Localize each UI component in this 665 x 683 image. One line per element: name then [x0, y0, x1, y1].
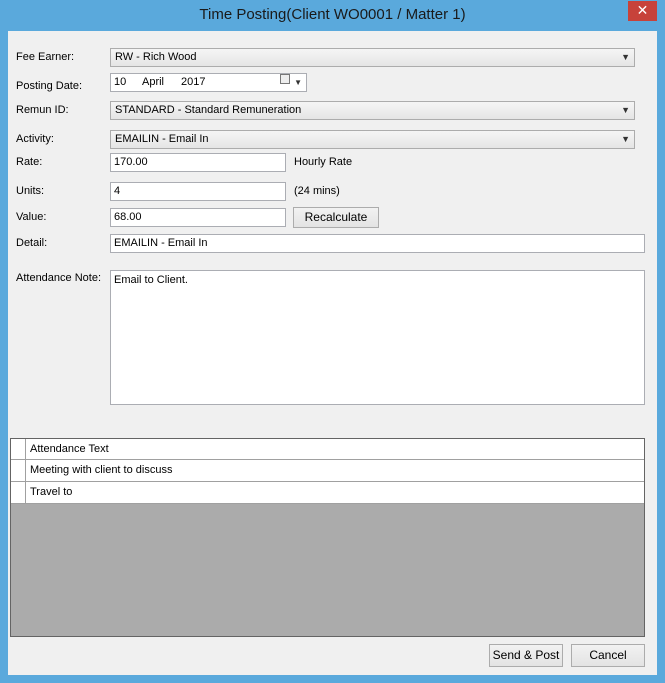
time-posting-window: Time Posting(Client WO0001 / Matter 1) ✕…	[0, 0, 665, 683]
recalculate-button[interactable]: Recalculate	[293, 207, 379, 228]
grid-header-attendance-text[interactable]: Attendance Text	[30, 443, 109, 455]
units-label: Units:	[16, 185, 45, 197]
table-row[interactable]: Travel to	[11, 482, 644, 504]
chevron-down-icon: ▼	[621, 105, 630, 115]
grid-header: Attendance Text	[11, 439, 644, 460]
grid-cell[interactable]: Travel to	[30, 486, 72, 498]
detail-input[interactable]: EMAILIN - Email In	[110, 234, 645, 253]
grid-corner	[11, 439, 26, 459]
fee-earner-select[interactable]: RW - Rich Wood ▼	[110, 48, 635, 67]
posting-date-label: Posting Date:	[16, 80, 83, 92]
chevron-down-icon: ▼	[621, 134, 630, 144]
rate-label: Rate:	[16, 156, 43, 168]
fee-earner-value: RW - Rich Wood	[115, 51, 197, 63]
attendance-note-textarea[interactable]: Email to Client.	[110, 270, 645, 405]
title-bar: Time Posting(Client WO0001 / Matter 1) ✕	[0, 0, 665, 32]
posting-date-year: 2017	[181, 76, 206, 88]
table-row[interactable]: Meeting with client to discuss	[11, 460, 644, 482]
rate-input[interactable]: 170.00	[110, 153, 286, 172]
value-label: Value:	[16, 211, 47, 223]
units-input[interactable]: 4	[110, 182, 286, 201]
remun-id-select[interactable]: STANDARD - Standard Remuneration ▼	[110, 101, 635, 120]
grid-cell[interactable]: Meeting with client to discuss	[30, 464, 172, 476]
units-duration: (24 mins)	[294, 185, 340, 197]
attendance-note-label: Attendance Note:	[16, 272, 102, 284]
remun-id-label: Remun ID:	[16, 104, 69, 116]
posting-date-picker[interactable]: 10 April 2017 ▼	[110, 73, 307, 92]
rate-suffix: Hourly Rate	[294, 156, 353, 168]
close-icon: ✕	[636, 2, 649, 18]
cancel-button[interactable]: Cancel	[571, 644, 645, 667]
window-title: Time Posting(Client WO0001 / Matter 1)	[199, 6, 466, 23]
close-button[interactable]: ✕	[628, 1, 657, 21]
send-post-button[interactable]: Send & Post	[489, 644, 563, 667]
posting-date-month: April	[142, 76, 165, 88]
calendar-icon[interactable]	[280, 74, 290, 84]
activity-value: EMAILIN - Email In	[115, 133, 209, 145]
row-header[interactable]	[11, 482, 26, 503]
activity-label: Activity:	[16, 133, 54, 145]
chevron-down-icon[interactable]: ▼	[294, 74, 302, 91]
row-header[interactable]	[11, 460, 26, 481]
remun-id-value: STANDARD - Standard Remuneration	[115, 104, 302, 116]
dialog-body: Fee Earner: RW - Rich Wood ▼ Posting Dat…	[8, 31, 657, 675]
attendance-text-grid: Attendance Text Meeting with client to d…	[10, 438, 645, 637]
chevron-down-icon: ▼	[621, 52, 630, 62]
posting-date-day: 10	[114, 76, 127, 88]
detail-label: Detail:	[16, 237, 48, 249]
activity-select[interactable]: EMAILIN - Email In ▼	[110, 130, 635, 149]
value-input[interactable]: 68.00	[110, 208, 286, 227]
fee-earner-label: Fee Earner:	[16, 51, 75, 63]
